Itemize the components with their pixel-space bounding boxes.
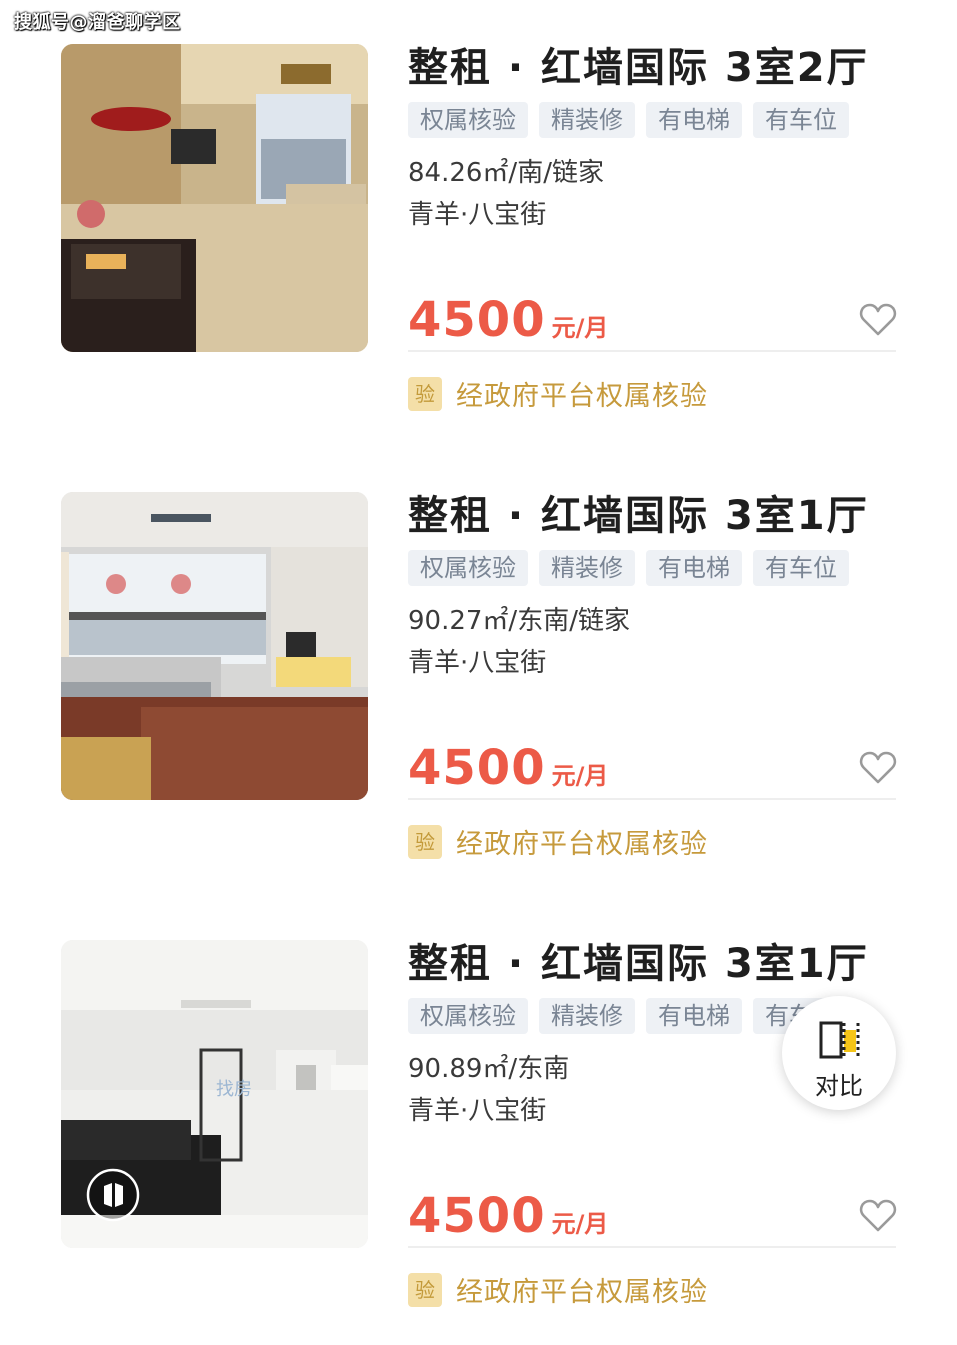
area-orientation-text: 84.26㎡/南/链家 (408, 158, 604, 188)
compare-label: 对比 (815, 1072, 863, 1100)
tag: 精装修 (539, 550, 635, 586)
verify-text: 经政府平台权属核验 (456, 829, 708, 860)
price-value: 4500 (408, 1188, 546, 1244)
compare-icon (818, 1018, 862, 1062)
heart-icon[interactable] (858, 748, 898, 788)
tag: 精装修 (539, 102, 635, 138)
compare-button[interactable]: 对比 (782, 996, 896, 1110)
heart-icon[interactable] (858, 1196, 898, 1236)
price-unit: 元/月 (551, 762, 609, 790)
tag: 有车位 (753, 550, 849, 586)
tag: 精装修 (539, 998, 635, 1034)
tag-list: 权属核验 精装修 有电梯 有车位 (408, 102, 849, 138)
price-value: 4500 (408, 740, 546, 796)
divider (408, 798, 896, 800)
verify-text: 经政府平台权属核验 (456, 1277, 708, 1308)
divider (408, 350, 896, 352)
tag: 有电梯 (646, 998, 742, 1034)
price-unit: 元/月 (551, 1210, 609, 1238)
listing-title[interactable]: 整租 · 红墙国际 3室2厅 (408, 44, 869, 92)
verify-badge: 验 (408, 824, 442, 859)
listing-card[interactable]: 整租 · 红墙国际 3室2厅 权属核验 精装修 有电梯 有车位 84.26㎡/南… (0, 44, 957, 444)
tag-list: 权属核验 精装修 有电梯 有车位 (408, 550, 849, 586)
listing-title[interactable]: 整租 · 红墙国际 3室1厅 (408, 940, 869, 988)
tag: 有车位 (753, 102, 849, 138)
area-orientation-text: 90.89㎡/东南 (408, 1054, 570, 1084)
tag: 有电梯 (646, 550, 742, 586)
price-value: 4500 (408, 292, 546, 348)
location-text: 青羊·八宝街 (408, 1096, 547, 1126)
listing-card[interactable]: 整租 · 红墙国际 3室1厅 权属核验 精装修 有电梯 有车位 90.27㎡/东… (0, 492, 957, 892)
area-orientation-text: 90.27㎡/东南/链家 (408, 606, 630, 636)
listing-photo[interactable]: 找房 (61, 940, 368, 1248)
listing-meta: 90.27㎡/东南/链家 青羊·八宝街 (408, 601, 630, 683)
divider (408, 1246, 896, 1248)
photo-watermark: 找房 (216, 1079, 252, 1100)
tag-list: 权属核验 精装修 有电梯 有车位 (408, 998, 849, 1034)
tag: 有电梯 (646, 102, 742, 138)
verify-badge: 验 (408, 1272, 442, 1307)
tag: 权属核验 (408, 998, 528, 1034)
watermark: 搜狐号@溜爸聊学区 (14, 12, 181, 33)
listing-photo[interactable] (61, 492, 368, 800)
verify-badge: 验 (408, 376, 442, 411)
heart-icon[interactable] (858, 300, 898, 340)
vr-play-icon[interactable] (86, 1168, 140, 1222)
tag: 权属核验 (408, 550, 528, 586)
listing-title[interactable]: 整租 · 红墙国际 3室1厅 (408, 492, 869, 540)
verification-row: 验 经政府平台权属核验 (408, 374, 708, 413)
tag: 权属核验 (408, 102, 528, 138)
verify-text: 经政府平台权属核验 (456, 381, 708, 412)
listing-meta: 90.89㎡/东南 青羊·八宝街 (408, 1049, 569, 1131)
price-unit: 元/月 (551, 314, 609, 342)
listing-card[interactable]: 找房 整租 · 红墙国际 3室1厅 权属核验 精装修 有电梯 有车位 90.89… (0, 940, 957, 1340)
listing-meta: 84.26㎡/南/链家 青羊·八宝街 (408, 153, 604, 235)
listing-photo[interactable] (61, 44, 368, 352)
location-text: 青羊·八宝街 (408, 200, 547, 230)
location-text: 青羊·八宝街 (408, 648, 547, 678)
verification-row: 验 经政府平台权属核验 (408, 822, 708, 861)
verification-row: 验 经政府平台权属核验 (408, 1270, 708, 1309)
